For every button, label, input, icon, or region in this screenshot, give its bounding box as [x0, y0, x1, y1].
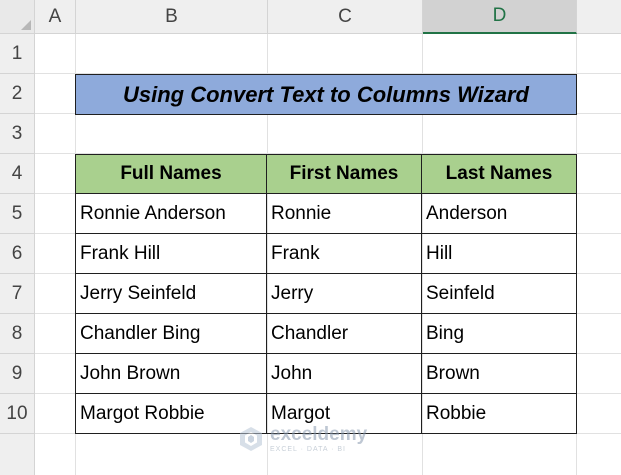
- table-cell[interactable]: Jerry Seinfeld: [75, 274, 267, 314]
- row-header-2[interactable]: 2: [0, 74, 35, 114]
- title-cell[interactable]: Using Convert Text to Columns Wizard: [75, 74, 577, 115]
- table-cell[interactable]: Ronnie: [267, 194, 422, 234]
- table-row: Jerry Seinfeld Jerry Seinfeld: [75, 274, 577, 314]
- select-all-icon: [21, 20, 31, 30]
- table-header-row: Full Names First Names Last Names: [75, 154, 577, 194]
- table-cell[interactable]: Ronnie Anderson: [75, 194, 267, 234]
- table-cell[interactable]: Seinfeld: [422, 274, 577, 314]
- header-cell-first-names[interactable]: First Names: [267, 154, 422, 194]
- table-cell[interactable]: Bing: [422, 314, 577, 354]
- table-row: Ronnie Anderson Ronnie Anderson: [75, 194, 577, 234]
- select-all-corner[interactable]: [0, 0, 35, 34]
- column-header-c[interactable]: C: [268, 0, 423, 34]
- column-header-e-partial[interactable]: [577, 0, 621, 34]
- names-table: Full Names First Names Last Names Ronnie…: [75, 154, 577, 434]
- row-header-10[interactable]: 10: [0, 394, 35, 434]
- header-cell-full-names[interactable]: Full Names: [75, 154, 267, 194]
- row-header-8[interactable]: 8: [0, 314, 35, 354]
- column-header-d[interactable]: D: [423, 0, 577, 34]
- watermark-tagline: EXCEL · DATA · BI: [270, 446, 346, 453]
- table-cell[interactable]: Chandler: [267, 314, 422, 354]
- row-header-9[interactable]: 9: [0, 354, 35, 394]
- table-row: Chandler Bing Chandler Bing: [75, 314, 577, 354]
- row-header-3[interactable]: 3: [0, 114, 35, 154]
- row-header-11-partial[interactable]: [0, 434, 35, 475]
- column-header-b[interactable]: B: [76, 0, 268, 34]
- row-header-7[interactable]: 7: [0, 274, 35, 314]
- header-cell-last-names[interactable]: Last Names: [422, 154, 577, 194]
- column-header-a[interactable]: A: [35, 0, 76, 34]
- row-header-5[interactable]: 5: [0, 194, 35, 234]
- table-cell[interactable]: Hill: [422, 234, 577, 274]
- table-cell[interactable]: Frank: [267, 234, 422, 274]
- table-row: John Brown John Brown: [75, 354, 577, 394]
- table-cell[interactable]: Brown: [422, 354, 577, 394]
- table-cell[interactable]: John: [267, 354, 422, 394]
- table-cell[interactable]: Chandler Bing: [75, 314, 267, 354]
- row-header-1[interactable]: 1: [0, 34, 35, 74]
- table-cell[interactable]: John Brown: [75, 354, 267, 394]
- watermark: exceldemy EXCEL · DATA · BI: [238, 425, 367, 453]
- spreadsheet: A B C D 1 2 3 4 5 6 7 8 9 10 Using Conve…: [0, 0, 621, 475]
- table-cell[interactable]: Frank Hill: [75, 234, 267, 274]
- row-header-4[interactable]: 4: [0, 154, 35, 194]
- watermark-name: exceldemy: [270, 424, 368, 445]
- table-cell[interactable]: Jerry: [267, 274, 422, 314]
- table-cell[interactable]: Robbie: [422, 394, 577, 434]
- exceldemy-logo-icon: [240, 427, 262, 451]
- row-header-6[interactable]: 6: [0, 234, 35, 274]
- table-cell[interactable]: Anderson: [422, 194, 577, 234]
- table-row: Frank Hill Frank Hill: [75, 234, 577, 274]
